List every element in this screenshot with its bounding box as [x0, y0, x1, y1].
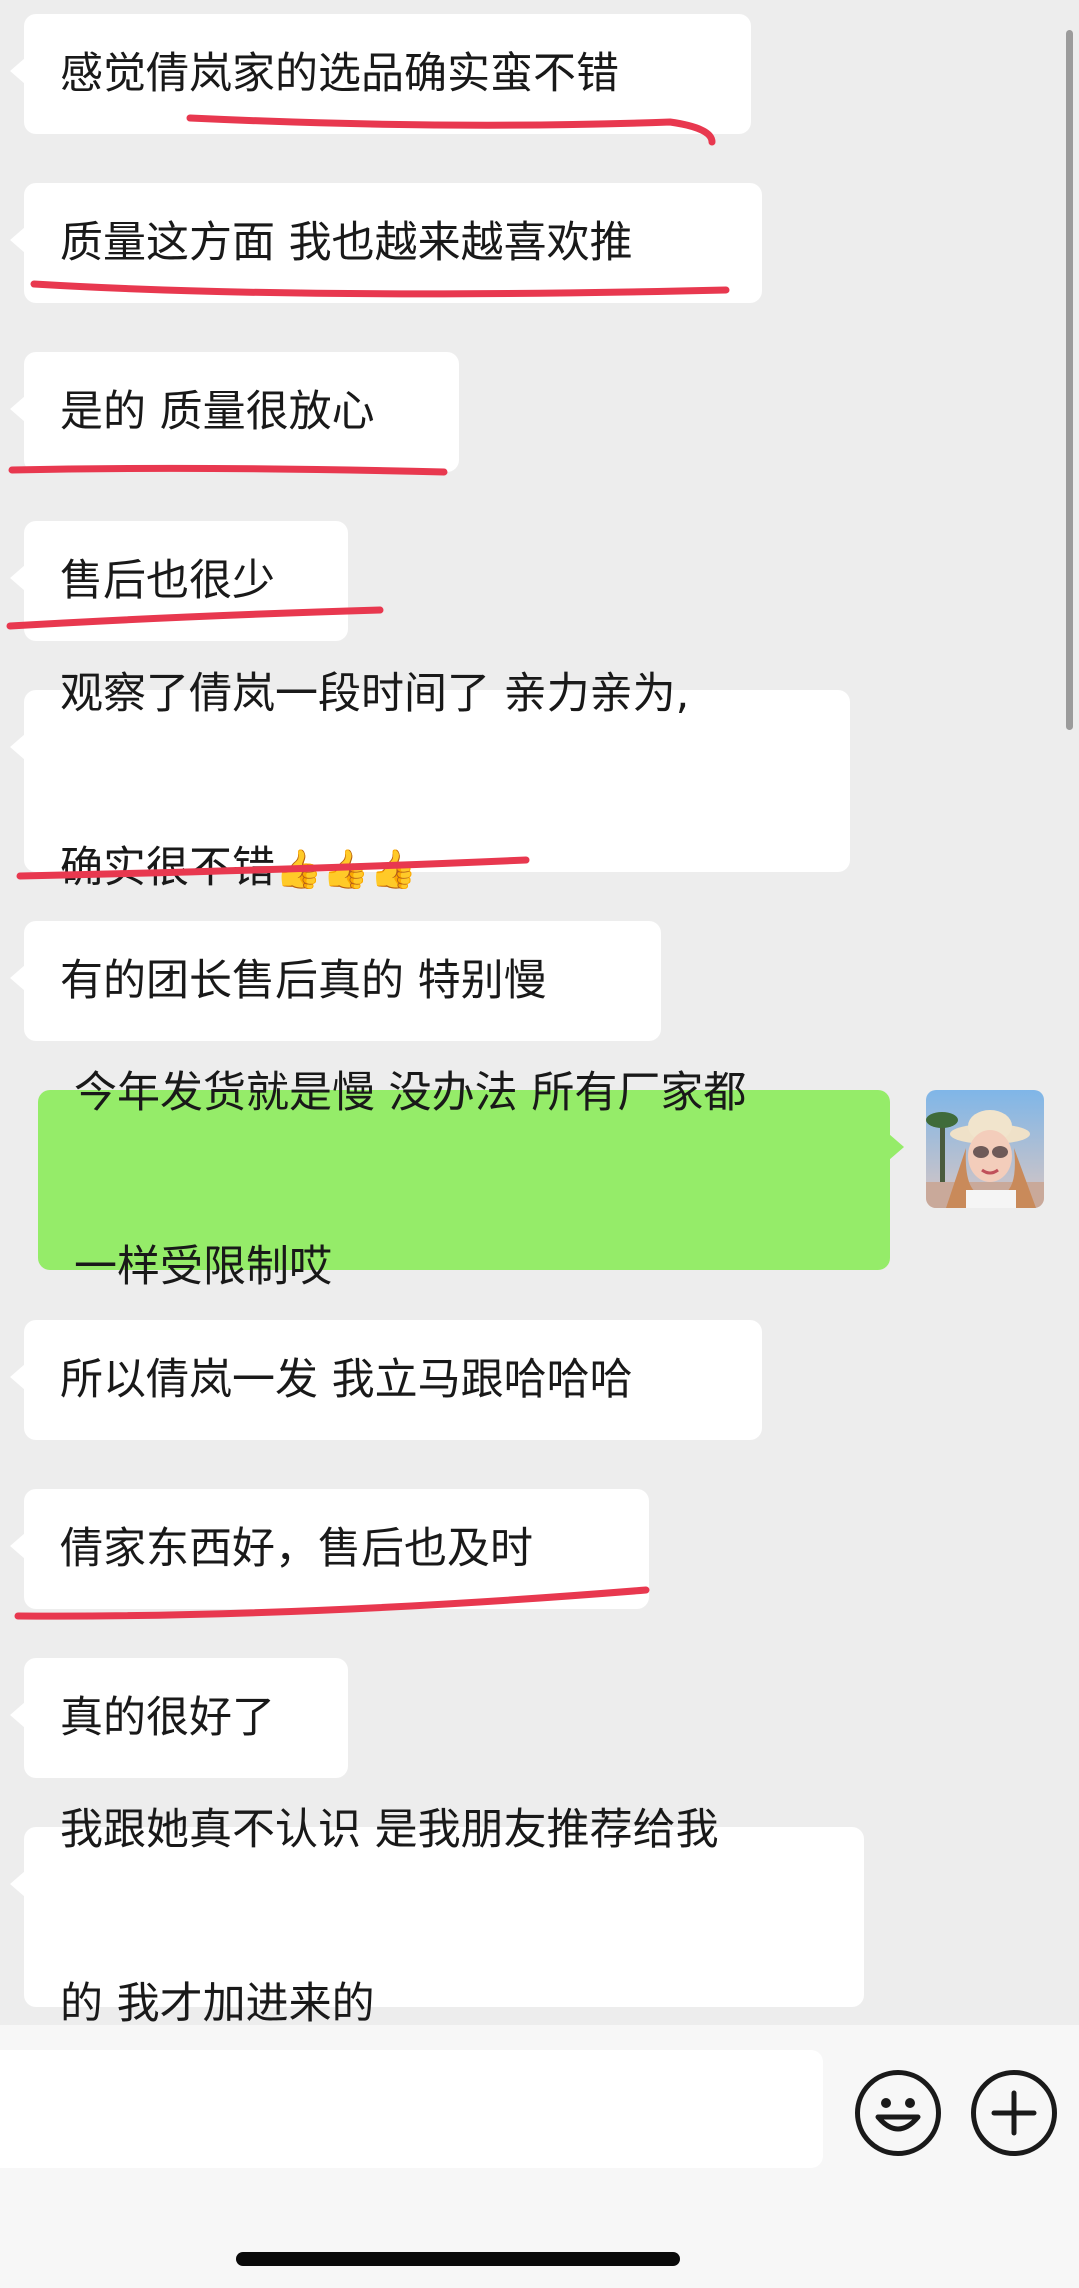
message-bubble[interactable]: 观察了倩岚一段时间了 亲力亲为, 确实很不错👍👍👍 — [10, 669, 850, 893]
message-bubble[interactable]: 是的 质量很放心 — [10, 352, 459, 472]
plus-circle-icon — [991, 2090, 1037, 2136]
chat-area[interactable]: 感觉倩岚家的选品确实蛮不错 质量这方面 我也越来越喜欢推 是的 质量很放心 售后… — [0, 0, 1079, 2029]
message-bubble[interactable]: 质量这方面 我也越来越喜欢推 — [10, 183, 762, 303]
message-bubble[interactable]: 我跟她真不认识 是我朋友推荐给我 的 我才加进来的 — [10, 1805, 864, 2029]
message-bubble[interactable]: 所以倩岚一发 我立马跟哈哈哈 — [10, 1320, 762, 1440]
message-text-line: 今年发货就是慢 没办法 所有厂家都 — [74, 1068, 747, 1118]
message-bubble[interactable]: 倩家东西好，售后也及时 — [10, 1489, 649, 1609]
message-text: 确实很不错 — [60, 842, 275, 893]
message-text-line: 一样受限制哎 — [74, 1242, 332, 1292]
more-button[interactable] — [971, 2070, 1057, 2156]
message-bubble-sent[interactable]: 今年发货就是慢 没办法 所有厂家都 一样受限制哎 — [38, 1068, 904, 1292]
emoji-button[interactable] — [855, 2070, 941, 2156]
avatar[interactable] — [926, 1090, 1044, 1208]
message-bubble[interactable]: 感觉倩岚家的选品确实蛮不错 — [10, 14, 751, 134]
message-text-line: 我跟她真不认识 是我朋友推荐给我 — [60, 1805, 719, 1855]
smiley-face-icon — [875, 2098, 921, 2132]
avatar-photo-icon — [926, 1090, 1044, 1208]
message-text: 质量这方面 我也越来越喜欢推 — [60, 218, 633, 268]
message-text-line: 确实很不错👍👍👍 — [60, 839, 689, 898]
message-text: 感觉倩岚家的选品确实蛮不错 — [60, 49, 619, 99]
home-indicator[interactable] — [236, 2252, 680, 2266]
message-text-line: 观察了倩岚一段时间了 亲力亲为, — [60, 668, 690, 719]
message-text: 所以倩岚一发 我立马跟哈哈哈 — [60, 1355, 633, 1405]
scrollbar[interactable] — [1066, 30, 1073, 730]
input-toolbar — [0, 2025, 1079, 2288]
message-text: 是的 质量很放心 — [60, 387, 375, 437]
message-text: 倩家东西好，售后也及时 — [60, 1524, 533, 1574]
thumbs-up-emoji: 👍👍👍 — [275, 846, 417, 891]
message-input[interactable] — [0, 2050, 823, 2168]
